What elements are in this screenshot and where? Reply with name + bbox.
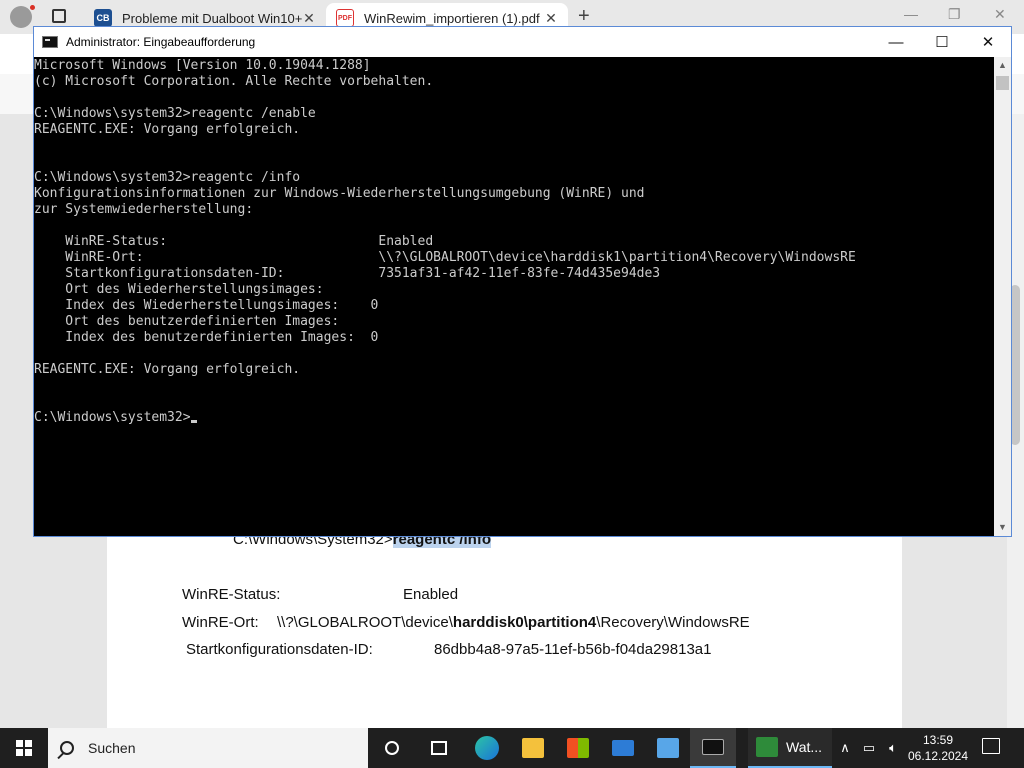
taskbar-control-panel[interactable] — [645, 728, 691, 768]
taskbar-store[interactable] — [555, 728, 601, 768]
notification-center-icon[interactable] — [982, 738, 1000, 754]
pdf-favicon-icon: PDF — [336, 9, 354, 27]
task-view-button[interactable] — [416, 728, 462, 768]
cmd-scrollbar[interactable]: ▲ ▼ — [994, 57, 1011, 536]
tab-title: Probleme mit Dualboot Win10+7 — [122, 10, 302, 26]
start-button[interactable] — [0, 728, 48, 768]
cmd-app-icon — [42, 36, 58, 48]
cmd-output-line: Ort des benutzerdefinierten Images: — [34, 314, 340, 329]
taskbar-wat-app[interactable]: Wat... — [748, 728, 832, 768]
computerbase-favicon-icon: CB — [94, 9, 112, 27]
tray-chevron-up-icon[interactable]: ∧ — [836, 728, 854, 768]
cmd-maximize-button[interactable]: ☐ — [919, 27, 965, 57]
cortana-button[interactable] — [369, 728, 415, 768]
clock-time: 13:59 — [922, 733, 954, 747]
cmd-output-line: REAGENTC.EXE: Vorgang erfolgreich. — [34, 362, 301, 377]
network-icon[interactable]: ▭ — [858, 728, 880, 768]
browser-close-icon[interactable]: ✕ — [994, 6, 1006, 23]
cmd-taskbar-icon — [702, 739, 724, 755]
cmd-output-line: WinRE-Status: Enabled — [34, 234, 434, 249]
cmd-title-bar[interactable]: Administrator: Eingabeaufforderung — ☐ ✕ — [34, 27, 1011, 57]
tab-actions-icon[interactable] — [52, 9, 66, 23]
cmd-output-line: Microsoft Windows [Version 10.0.19044.12… — [34, 58, 371, 73]
cmd-output-line: C:\Windows\system32>reagentc /info — [34, 170, 301, 185]
store-icon — [567, 738, 589, 758]
pdf-status-label: WinRE-Status: — [182, 586, 281, 603]
text-cursor — [190, 420, 197, 423]
command-prompt-window[interactable]: Administrator: Eingabeaufforderung — ☐ ✕… — [33, 26, 1012, 537]
pdf-ort-label: WinRE-Ort: — [182, 614, 259, 631]
new-tab-button[interactable]: + — [578, 5, 590, 28]
browser-minimize-icon[interactable]: — — [904, 6, 918, 22]
cortana-circle-icon — [385, 741, 399, 755]
cmd-close-button[interactable]: ✕ — [965, 27, 1011, 57]
cmd-minimize-button[interactable]: — — [873, 27, 919, 57]
cmd-output-line: C:\Windows\system32> — [34, 410, 197, 426]
cmd-output-line: REAGENTC.EXE: Vorgang erfolgreich. — [34, 122, 301, 137]
control-panel-icon — [657, 738, 679, 758]
taskbar-edge[interactable] — [464, 728, 510, 768]
cmd-output-line: WinRE-Ort: \\?\GLOBALROOT\device\harddis… — [34, 250, 856, 265]
cmd-output-line: Index des benutzerdefinierten Images: 0 — [34, 330, 379, 345]
taskbar: Suchen Wat... ∧ ▭ 🔈︎ 13:59 06.12.2024 — [0, 728, 1024, 768]
pdf-ort-value: \\?\GLOBALROOT\device\harddisk0\partitio… — [277, 614, 750, 631]
volume-icon[interactable]: 🔈︎ — [882, 728, 904, 768]
pdf-bcd-label: Startkonfigurationsdaten-ID: — [186, 641, 373, 658]
cmd-output-line: Index des Wiederherstellungsimages: 0 — [34, 298, 379, 313]
folder-icon — [522, 738, 544, 758]
cmd-window-title: Administrator: Eingabeaufforderung — [66, 35, 256, 49]
notification-dot-icon — [30, 5, 35, 10]
edge-icon — [475, 736, 499, 760]
cmd-output-line: Ort des Wiederherstellungsimages: — [34, 282, 324, 297]
cmd-output-line: (c) Microsoft Corporation. Alle Rechte v… — [34, 74, 434, 89]
pdf-status-value: Enabled — [403, 586, 459, 603]
taskbar-clock[interactable]: 13:59 06.12.2024 — [906, 732, 970, 764]
taskbar-cmd[interactable] — [690, 728, 736, 768]
windows-logo-icon — [16, 740, 32, 756]
taskbar-explorer[interactable] — [510, 728, 556, 768]
cmd-scroll-thumb[interactable] — [996, 76, 1009, 90]
task-view-icon — [431, 741, 447, 755]
cmd-console-output[interactable]: Microsoft Windows [Version 10.0.19044.12… — [34, 57, 994, 536]
wat-app-label: Wat... — [786, 739, 823, 755]
taskbar-mail[interactable] — [600, 728, 646, 768]
mail-icon — [612, 740, 634, 756]
cmd-output-line: Konfigurationsinformationen zur Windows-… — [34, 186, 645, 201]
search-label: Suchen — [88, 740, 136, 756]
profile-avatar-icon[interactable] — [10, 6, 32, 28]
pdf-page — [107, 534, 902, 728]
scroll-up-arrow-icon[interactable]: ▲ — [994, 57, 1011, 74]
wat-app-icon — [756, 737, 778, 757]
browser-restore-icon[interactable]: ❐ — [948, 6, 961, 23]
taskbar-search-box[interactable]: Suchen — [48, 728, 368, 768]
scroll-down-arrow-icon[interactable]: ▼ — [994, 519, 1011, 536]
search-icon — [60, 741, 74, 755]
cmd-output-line: zur Systemwiederherstellung: — [34, 202, 254, 217]
cmd-output-line: C:\Windows\system32>reagentc /enable — [34, 106, 316, 121]
clock-date: 06.12.2024 — [907, 749, 969, 763]
cmd-output-line: Startkonfigurationsdaten-ID: 7351af31-af… — [34, 266, 661, 281]
tab-title: WinRewim_importieren (1).pdf — [364, 10, 540, 26]
tab-close-icon[interactable]: ✕ — [544, 10, 558, 27]
tab-close-icon[interactable]: ✕ — [302, 10, 316, 27]
pdf-bcd-value: 86dbb4a8-97a5-11ef-b56b-f04da29813a1 — [434, 641, 712, 658]
